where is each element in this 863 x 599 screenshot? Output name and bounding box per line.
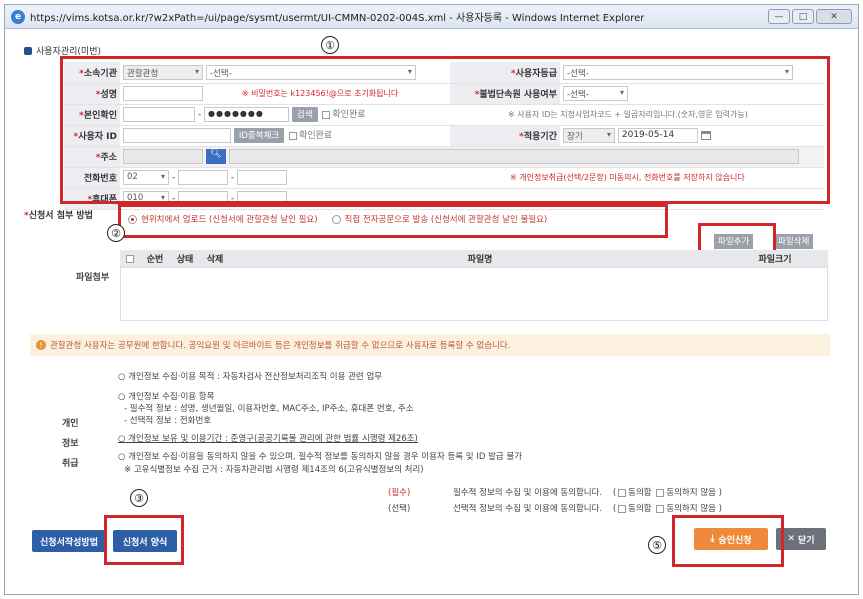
highlight-box-1 xyxy=(60,56,830,204)
title-bar: e https://vims.kotsa.or.kr/?w2xPath=/ui/… xyxy=(5,5,858,29)
col-delete: 삭제 xyxy=(206,255,224,265)
privacy-retention: ○ 개인정보 보유 및 이용기간 : 준영구(공공기록물 관리에 관한 법률 시… xyxy=(118,434,418,444)
notice-banner: ! 관할관청 사용자는 공무원에 한합니다. 공익요원 및 아르바이트 등은 개… xyxy=(30,334,830,356)
required-tag: (필수) xyxy=(388,488,411,498)
file-table-body xyxy=(120,267,828,321)
privacy-label-1: 개인 xyxy=(62,419,79,429)
col-status: 상태 xyxy=(176,255,194,265)
optional-disagree-label: 동의하지 않음 xyxy=(666,504,716,514)
maximize-button[interactable]: □ xyxy=(792,9,814,24)
section-bullet-icon xyxy=(24,46,32,55)
guide-button[interactable]: 신청서작성방법 xyxy=(32,530,106,552)
marker-3: ③ xyxy=(130,489,148,507)
select-all-checkbox[interactable] xyxy=(124,254,140,263)
warning-icon: ! xyxy=(36,340,46,350)
optional-tag: (선택) xyxy=(388,504,411,514)
marker-5: ⑤ xyxy=(648,536,666,554)
highlight-box-3 xyxy=(104,515,184,565)
request-method-label: *신청서 첨부 방법 xyxy=(24,211,93,221)
required-agree-label: 동의함 xyxy=(628,488,652,498)
ie-browser-icon: e xyxy=(11,9,25,24)
marker-1: ① xyxy=(321,36,339,54)
privacy-optional-items: - 선택적 정보 : 전화번호 xyxy=(124,416,212,426)
privacy-items: ○ 개인정보 수집·이용 항목 xyxy=(118,392,215,402)
file-attach-label: 파일첨부 xyxy=(76,273,110,283)
col-filename: 파일명 xyxy=(467,255,493,265)
privacy-label-3: 취급 xyxy=(62,459,79,469)
privacy-refusal: ○ 개인정보 수집·이용을 동의하지 않을 수 있으며, 필수적 정보를 동의하… xyxy=(118,452,523,462)
consent-required-row: (필수) 필수적 정보의 수집 및 이용에 동의합니다. (동의함 동의하지 않… xyxy=(388,488,722,498)
window-title: https://vims.kotsa.or.kr/?w2xPath=/ui/pa… xyxy=(30,13,645,24)
optional-disagree-checkbox[interactable] xyxy=(656,504,665,513)
optional-consent-text: 선택적 정보의 수집 및 이용에 동의합니다. xyxy=(452,504,603,514)
minimize-button[interactable]: — xyxy=(768,9,790,24)
privacy-label-2: 정보 xyxy=(62,439,79,449)
col-filesize: 파일크기 xyxy=(758,255,792,265)
privacy-required-items: - 필수적 정보 : 성명, 생년월일, 이용자번호, MAC주소, IP주소,… xyxy=(124,404,414,414)
optional-agree-label: 동의함 xyxy=(628,504,652,514)
privacy-purpose: ○ 개인정보 수집·이용 목적 : 자동차검사 전산정보처리조직 이용 관련 업… xyxy=(118,372,383,382)
highlight-box-2 xyxy=(118,204,668,238)
file-delete-button[interactable]: 파일삭제 xyxy=(774,234,814,249)
close-icon: ✕ xyxy=(787,534,795,544)
consent-optional-row: (선택) 선택적 정보의 수집 및 이용에 동의합니다. (동의함 동의하지 않… xyxy=(388,504,722,514)
col-seq: 순번 xyxy=(146,255,164,265)
required-consent-text: 필수적 정보의 수집 및 이용에 동의합니다. xyxy=(452,488,603,498)
close-window-button[interactable]: ✕ xyxy=(816,9,852,24)
marker-2: ② xyxy=(107,224,125,242)
required-agree-checkbox[interactable] xyxy=(618,488,627,497)
privacy-legal-basis: ※ 고유식별정보 수집 근거 : 자동차관리법 시행령 제14조의 6(고유식별… xyxy=(124,465,424,475)
highlight-box-5 xyxy=(672,515,784,567)
required-disagree-checkbox[interactable] xyxy=(656,488,665,497)
required-disagree-label: 동의하지 않음 xyxy=(666,488,716,498)
file-table-header: 순번 상태 삭제 파일명 파일크기 xyxy=(120,250,828,267)
optional-agree-checkbox[interactable] xyxy=(618,504,627,513)
notice-text: 관할관청 사용자는 공무원에 한합니다. 공익요원 및 아르바이트 등은 개인정… xyxy=(50,341,511,351)
